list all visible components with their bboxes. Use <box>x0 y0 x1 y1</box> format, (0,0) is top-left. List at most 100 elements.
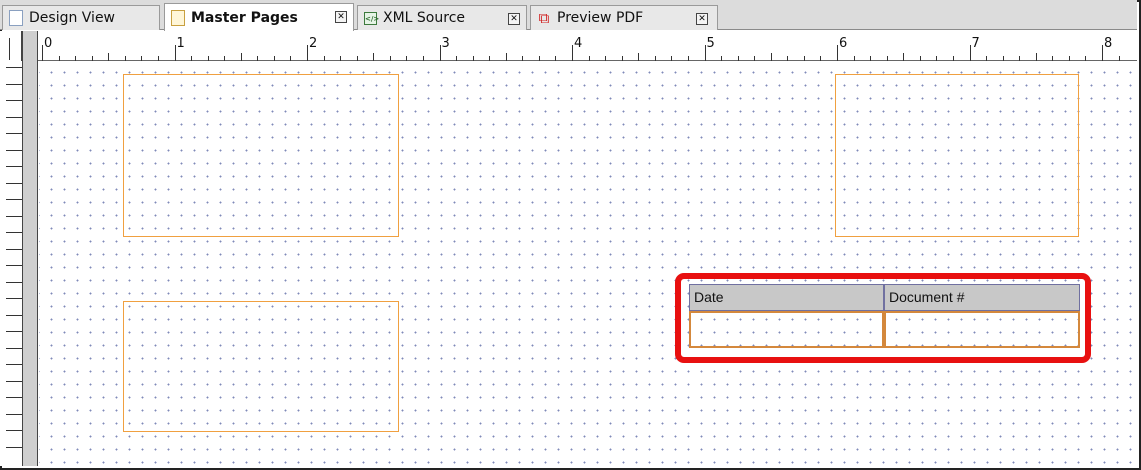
ruler-major-tick <box>704 45 706 61</box>
ruler-minor-tick <box>952 56 954 61</box>
ruler-label: 6 <box>839 36 848 51</box>
ruler-minor-tick <box>141 56 143 61</box>
ruler-minor-tick <box>6 413 22 415</box>
master-page-icon <box>171 9 185 26</box>
ruler-minor-tick <box>505 53 507 61</box>
ruler-minor-tick <box>6 199 22 200</box>
table[interactable]: Date Document # <box>689 284 1080 348</box>
ruler-minor-tick <box>157 56 159 61</box>
ruler-minor-tick <box>721 56 723 61</box>
ruler-minor-tick <box>853 56 855 61</box>
ruler-minor-tick <box>803 56 805 61</box>
tab-master-pages[interactable]: Master Pages ✕ <box>164 3 354 31</box>
ruler-major-tick <box>307 45 308 61</box>
ruler-minor-tick <box>6 149 22 151</box>
ruler-minor-tick <box>257 56 259 61</box>
tab-preview-pdf[interactable]: ⧉ Preview PDF ✕ <box>530 5 718 30</box>
ruler-minor-tick <box>108 53 110 61</box>
ruler-minor-tick <box>6 347 22 349</box>
ruler-minor-tick <box>1035 53 1037 61</box>
ruler-minor-tick <box>489 56 491 61</box>
ruler-minor-tick <box>6 83 22 85</box>
ruler-minor-tick <box>340 56 342 61</box>
ruler-minor-tick <box>605 56 607 61</box>
ruler-minor-tick <box>6 314 22 316</box>
ruler-label: 3 <box>441 36 450 51</box>
ruler-minor-tick <box>936 56 938 61</box>
header-region-right[interactable] <box>835 74 1079 237</box>
ruler-minor-tick <box>191 56 193 61</box>
vertical-ruler <box>0 61 22 466</box>
ruler-minor-tick <box>207 56 209 61</box>
close-icon[interactable]: ✕ <box>508 13 520 25</box>
ruler-minor-tick <box>389 56 391 61</box>
close-icon[interactable]: ✕ <box>335 11 347 23</box>
ruler-minor-tick <box>6 182 22 184</box>
footer-region-left[interactable] <box>123 301 399 432</box>
ruler-minor-tick <box>273 56 275 61</box>
ruler-major-tick <box>1102 45 1103 61</box>
ruler-corner <box>0 31 22 61</box>
ruler-minor-tick <box>687 56 689 61</box>
ruler-major-tick <box>174 45 176 61</box>
ruler-label: 2 <box>309 36 318 51</box>
ruler-minor-tick <box>6 446 22 448</box>
tab-label: Design View <box>29 10 116 26</box>
ruler-minor-tick <box>538 56 540 61</box>
tab-bar: Design View Master Pages ✕ </> XML Sourc… <box>0 0 1137 31</box>
ruler-label: 7 <box>971 36 980 51</box>
ruler-minor-tick <box>621 56 623 61</box>
ruler-minor-tick <box>6 380 22 382</box>
ruler-minor-tick <box>6 397 22 398</box>
ruler-minor-tick <box>406 56 408 61</box>
ruler-minor-tick <box>1052 56 1054 61</box>
ruler-minor-tick <box>6 281 22 283</box>
ruler-major-tick <box>837 45 838 61</box>
ruler-minor-tick <box>886 56 888 61</box>
ruler-minor-tick <box>6 298 22 299</box>
page-canvas[interactable] <box>39 62 1137 466</box>
ruler-minor-tick <box>91 56 93 61</box>
ruler-major-tick <box>572 45 573 61</box>
ruler-minor-tick <box>6 133 22 134</box>
ruler-label: 5 <box>706 36 715 51</box>
ruler-minor-tick <box>124 56 126 61</box>
tab-xml-source[interactable]: </> XML Source ✕ <box>357 5 527 30</box>
tab-label: Master Pages <box>191 9 298 26</box>
ruler-label: 0 <box>44 36 53 51</box>
table-cell[interactable] <box>884 311 1080 348</box>
tab-label: Preview PDF <box>557 10 644 26</box>
ruler-minor-tick <box>1068 56 1070 61</box>
table-header-cell[interactable]: Date <box>689 284 884 311</box>
ruler-minor-tick <box>6 232 22 233</box>
ruler-minor-tick <box>6 100 22 101</box>
ruler-minor-tick <box>1085 56 1087 61</box>
close-icon[interactable]: ✕ <box>696 13 708 25</box>
ruler-minor-tick <box>1002 56 1004 61</box>
ruler-minor-tick <box>6 265 22 266</box>
tab-design-view[interactable]: Design View <box>2 5 160 30</box>
ruler-minor-tick <box>6 364 22 365</box>
table-cell[interactable] <box>689 311 884 348</box>
ruler-minor-tick <box>356 56 358 61</box>
ruler-major-tick <box>42 45 43 61</box>
ruler-minor-tick <box>986 56 988 61</box>
ruler-minor-tick <box>522 56 524 61</box>
ruler-minor-tick <box>456 56 458 61</box>
ruler-minor-tick <box>654 56 656 61</box>
ruler-minor-tick <box>240 53 242 61</box>
ruler-minor-tick <box>903 53 905 61</box>
ruler-minor-tick <box>472 56 474 61</box>
header-region-left[interactable] <box>123 74 399 237</box>
ruler-minor-tick <box>638 53 640 61</box>
table-header-cell[interactable]: Document # <box>884 284 1080 311</box>
table-row <box>689 311 1080 348</box>
ruler-minor-tick <box>290 56 292 61</box>
ruler-minor-tick <box>1019 56 1021 61</box>
ruler-origin-marker <box>9 38 10 60</box>
ruler-minor-tick <box>770 53 772 61</box>
ruler-minor-tick <box>422 56 424 61</box>
ruler-minor-tick <box>919 56 921 61</box>
ruler-minor-tick <box>737 56 739 61</box>
ruler-minor-tick <box>224 56 226 61</box>
